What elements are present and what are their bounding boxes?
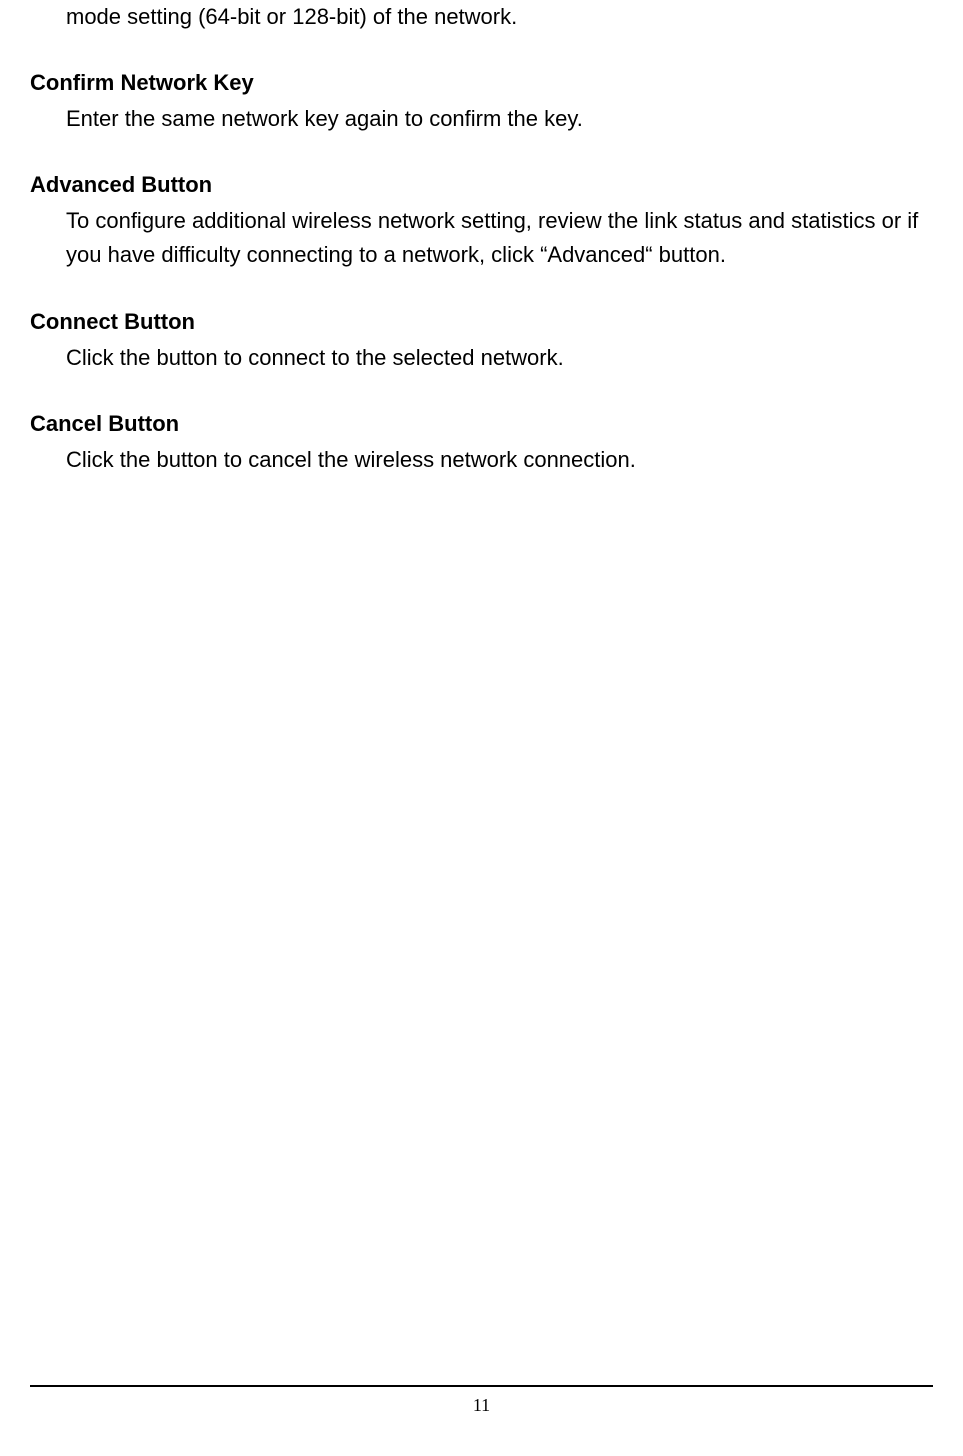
section-connect-button: Connect Button Click the button to conne…	[30, 305, 933, 375]
section-confirm-network-key: Confirm Network Key Enter the same netwo…	[30, 66, 933, 136]
body-advanced-button: To configure additional wireless network…	[66, 204, 933, 272]
body-cancel-button: Click the button to cancel the wireless …	[66, 443, 933, 477]
page-content: mode setting (64-bit or 128-bit) of the …	[0, 0, 963, 477]
page-number: 11	[473, 1395, 490, 1415]
section-advanced-button: Advanced Button To configure additional …	[30, 168, 933, 272]
heading-advanced-button: Advanced Button	[30, 168, 933, 202]
page-footer: 11	[30, 1385, 933, 1416]
heading-connect-button: Connect Button	[30, 305, 933, 339]
fragment-text: mode setting (64-bit or 128-bit) of the …	[66, 0, 933, 34]
body-confirm-network-key: Enter the same network key again to conf…	[66, 102, 933, 136]
heading-confirm-network-key: Confirm Network Key	[30, 66, 933, 100]
section-cancel-button: Cancel Button Click the button to cancel…	[30, 407, 933, 477]
heading-cancel-button: Cancel Button	[30, 407, 933, 441]
body-connect-button: Click the button to connect to the selec…	[66, 341, 933, 375]
